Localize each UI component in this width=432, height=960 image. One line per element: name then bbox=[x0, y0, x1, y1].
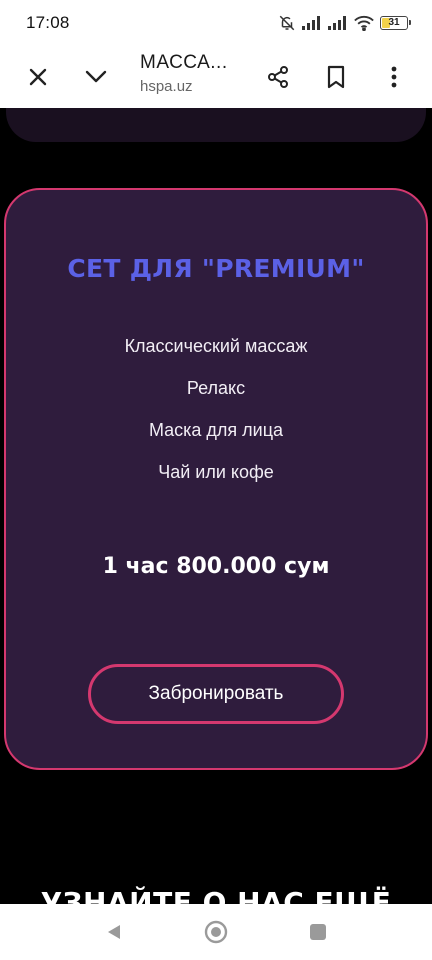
bookmark-icon bbox=[327, 65, 345, 89]
more-menu-button[interactable] bbox=[375, 58, 413, 96]
home-circle-icon bbox=[204, 920, 228, 944]
recents-square-icon bbox=[310, 924, 326, 940]
mute-bell-icon bbox=[278, 14, 296, 32]
close-button[interactable] bbox=[19, 58, 57, 96]
wifi-icon bbox=[354, 15, 374, 31]
feature-item: Маска для лица bbox=[148, 420, 284, 440]
feature-item: Релакс bbox=[186, 378, 246, 398]
collapse-button[interactable] bbox=[77, 58, 115, 96]
status-icons: 31 bbox=[278, 14, 411, 32]
system-nav-bar bbox=[0, 904, 432, 960]
page-info[interactable]: МАССА... hspa.uz bbox=[140, 50, 250, 98]
home-button[interactable] bbox=[202, 918, 230, 946]
book-button[interactable]: Забронировать bbox=[88, 664, 344, 724]
share-icon bbox=[268, 66, 288, 88]
battery-percent: 31 bbox=[388, 17, 400, 28]
page-url: hspa.uz bbox=[140, 78, 193, 95]
recents-button[interactable] bbox=[304, 918, 332, 946]
chevron-down-icon bbox=[85, 70, 107, 83]
status-bar: 17:08 31 bbox=[0, 0, 432, 46]
back-button[interactable] bbox=[100, 918, 128, 946]
previous-card-bottom bbox=[6, 108, 426, 142]
next-section-heading: УЗНАЙТЕ О НАС ЕЩЁ bbox=[40, 886, 392, 904]
share-button[interactable] bbox=[259, 58, 297, 96]
page-title: МАССА... bbox=[140, 52, 228, 73]
premium-set-card: СЕТ ДЛЯ "PREMIUM" Классический массаж Ре… bbox=[4, 188, 428, 770]
signal-icon bbox=[302, 16, 322, 30]
feature-item: Чай или кофе bbox=[158, 462, 274, 482]
close-icon bbox=[29, 68, 47, 86]
signal-icon bbox=[328, 16, 348, 30]
status-time: 17:08 bbox=[26, 13, 70, 32]
bookmark-button[interactable] bbox=[317, 58, 355, 96]
more-vertical-icon bbox=[391, 66, 397, 88]
feature-item: Классический массаж bbox=[124, 336, 308, 356]
card-title: СЕТ ДЛЯ "PREMIUM" bbox=[67, 254, 365, 283]
browser-toolbar: МАССА... hspa.uz bbox=[0, 46, 432, 108]
battery-icon: 31 bbox=[380, 16, 411, 30]
price-label: 1 час 800.000 сум bbox=[102, 554, 330, 579]
back-triangle-icon bbox=[108, 925, 120, 939]
page-content[interactable]: СЕТ ДЛЯ "PREMIUM" Классический массаж Ре… bbox=[0, 108, 432, 904]
